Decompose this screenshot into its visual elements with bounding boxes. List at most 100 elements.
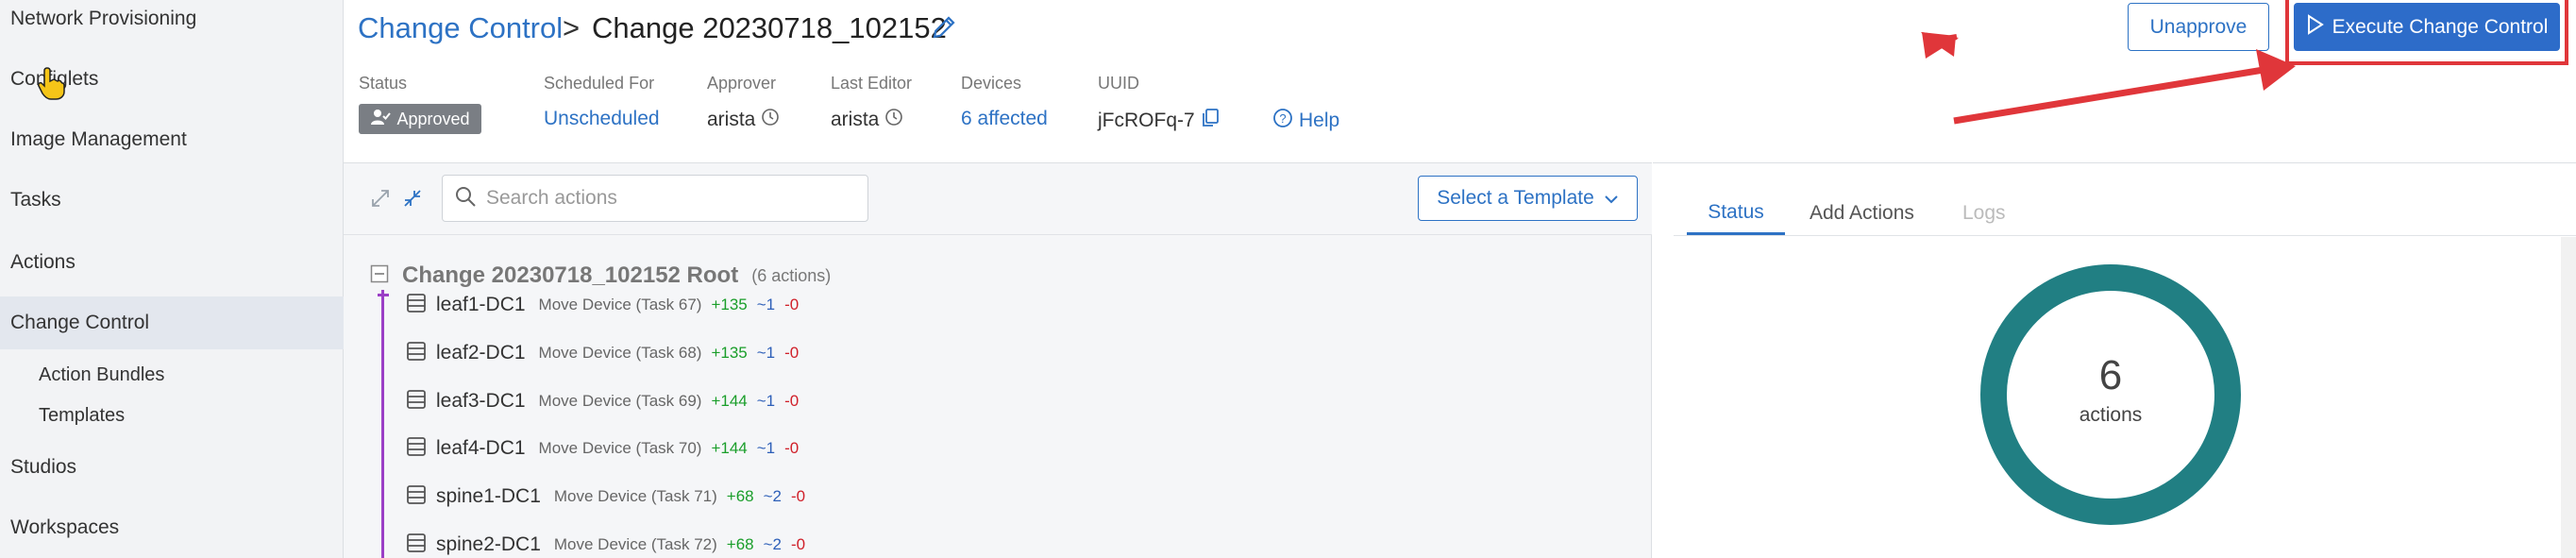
select-template-label: Select a Template (1437, 187, 1594, 209)
breadcrumb-change-control[interactable]: Change Control (358, 11, 563, 45)
tabs-divider (1674, 235, 2576, 236)
action-row[interactable]: spine2-DC1 Move Device (Task 72) +68 ~2 -0 (406, 526, 805, 558)
action-task-label: Move Device (Task 68) (538, 344, 702, 362)
sidebar-item-label: Tasks (10, 189, 61, 211)
page-title: Change 20230718_102152 (592, 11, 947, 44)
diff-added-count: +135 (711, 296, 748, 313)
chevron-down-icon (1604, 187, 1619, 210)
action-device-name: leaf1-DC1 (436, 294, 526, 315)
uuid-label: UUID (1098, 74, 1139, 93)
diff-added-count: +144 (711, 439, 748, 457)
approver-value: arista (707, 108, 780, 132)
device-list-icon (406, 341, 427, 366)
diff-modified-count: ~1 (756, 392, 776, 410)
action-device-name: spine1-DC1 (436, 485, 541, 507)
device-list-icon (406, 533, 427, 558)
diff-deleted-count: -0 (784, 344, 800, 362)
action-task-label: Move Device (Task 69) (538, 392, 702, 410)
last-editor-label: Last Editor (831, 74, 913, 93)
clock-icon[interactable] (761, 108, 780, 132)
tree-root-count: (6 actions) (751, 265, 832, 285)
copy-icon[interactable] (1201, 108, 1220, 134)
devices-label: Devices (961, 74, 1022, 93)
device-list-icon (406, 436, 427, 462)
last-editor-value: arista (831, 108, 903, 132)
diff-added-count: +68 (726, 535, 754, 553)
status-panel: Status Add Actions Logs 6 actions (1653, 162, 2576, 558)
sidebar-item-tasks[interactable]: Tasks (0, 174, 344, 227)
sidebar-item-label: Templates (39, 404, 126, 426)
sidebar-item-label: Studios (10, 456, 77, 478)
sidebar-item-image-management[interactable]: Image Management (0, 113, 344, 166)
tree-root-row: Change 20230718_102152 Root (6 actions) (370, 262, 831, 289)
actions-panel: Select a Template Change 20230718_102152… (344, 162, 1652, 558)
select-template-dropdown[interactable]: Select a Template (1418, 176, 1638, 221)
sidebar-item-change-control[interactable]: Change Control (0, 296, 344, 349)
diff-added-count: +144 (711, 392, 748, 410)
action-task-label: Move Device (Task 67) (538, 296, 702, 313)
tab-add-actions[interactable]: Add Actions (1810, 192, 1914, 235)
sidebar-item-templates[interactable]: Templates (0, 397, 344, 434)
search-icon (454, 185, 477, 212)
action-device-name: leaf2-DC1 (436, 342, 526, 364)
action-row[interactable]: spine1-DC1 Move Device (Task 71) +68 ~2 -0 (406, 478, 805, 516)
diff-modified-count: ~1 (756, 344, 776, 362)
action-row[interactable]: leaf3-DC1 Move Device (Task 69) +144 ~1 -0 (406, 382, 799, 420)
annotation-highlight-box (2285, 0, 2568, 65)
scheduled-link[interactable]: Unscheduled (544, 108, 660, 130)
tab-logs: Logs (1962, 202, 2006, 224)
action-row[interactable]: leaf2-DC1 Move Device (Task 68) +135 ~1 -0 (406, 334, 799, 372)
unapprove-button[interactable]: Unapprove (2128, 3, 2269, 51)
approver-label: Approver (707, 74, 777, 93)
tree-root-title: Change 20230718_102152 Root (402, 262, 739, 288)
action-row[interactable]: leaf4-DC1 Move Device (Task 70) +144 ~1 -0 (406, 430, 799, 467)
status-badge: Approved (359, 104, 481, 134)
user-check-icon (370, 109, 392, 130)
donut-count: 6 (2098, 352, 2123, 398)
tree-connector (381, 290, 384, 558)
search-actions-field[interactable] (442, 175, 868, 222)
diff-added-count: +135 (711, 344, 748, 362)
diff-modified-count: ~2 (763, 487, 783, 505)
edit-pencil-icon[interactable] (930, 13, 958, 42)
tab-status[interactable]: Status (1687, 192, 1785, 235)
diff-modified-count: ~1 (756, 296, 776, 313)
sidebar-item-actions[interactable]: Actions (0, 236, 344, 289)
devices-affected-link[interactable]: 6 affected (961, 108, 1048, 130)
sidebar-item-network-provisioning[interactable]: Network Provisioning (0, 0, 344, 45)
action-device-name: leaf4-DC1 (436, 437, 526, 459)
sidebar-item-label: Actions (10, 251, 76, 273)
collapse-tree-icon[interactable] (370, 264, 389, 288)
device-list-icon (406, 293, 427, 318)
scrollbar[interactable] (2561, 237, 2576, 558)
svg-text:?: ? (1279, 111, 1286, 126)
diff-modified-count: ~1 (756, 439, 776, 457)
actions-toolbar: Select a Template (344, 163, 1652, 235)
diff-deleted-count: -0 (784, 296, 800, 313)
sidebar-item-label: Change Control (10, 312, 150, 333)
sidebar-item-studios[interactable]: Studios (0, 441, 344, 494)
clock-icon[interactable] (884, 108, 903, 132)
help-link[interactable]: ? Help (1272, 108, 1339, 134)
diff-modified-count: ~2 (763, 535, 783, 553)
diff-deleted-count: -0 (784, 439, 800, 457)
action-task-label: Move Device (Task 70) (538, 439, 702, 457)
uuid-value: jFcROFq-7 (1098, 108, 1220, 134)
action-row[interactable]: leaf1-DC1 Move Device (Task 67) +135 ~1 -0 (406, 286, 799, 324)
sidebar-item-workspaces[interactable]: Workspaces (0, 501, 344, 554)
diff-deleted-count: -0 (791, 487, 806, 505)
diff-added-count: +68 (726, 487, 754, 505)
action-device-name: spine2-DC1 (436, 533, 541, 555)
scheduled-label: Scheduled For (544, 74, 655, 93)
last-editor-name: arista (831, 109, 880, 130)
collapse-icon[interactable] (402, 188, 423, 213)
hand-cursor-icon (38, 66, 66, 100)
sidebar-item-action-bundles[interactable]: Action Bundles (0, 356, 344, 394)
change-header: Change Control > Change 20230718_102152 … (344, 0, 2576, 162)
diff-deleted-count: -0 (784, 392, 800, 410)
expand-icon[interactable] (370, 188, 391, 213)
sidebar-item-label: Action Bundles (39, 364, 165, 385)
uuid-text: jFcROFq-7 (1098, 110, 1195, 131)
search-actions-input[interactable] (486, 187, 845, 210)
sidebar-item-label: Network Provisioning (10, 8, 197, 29)
